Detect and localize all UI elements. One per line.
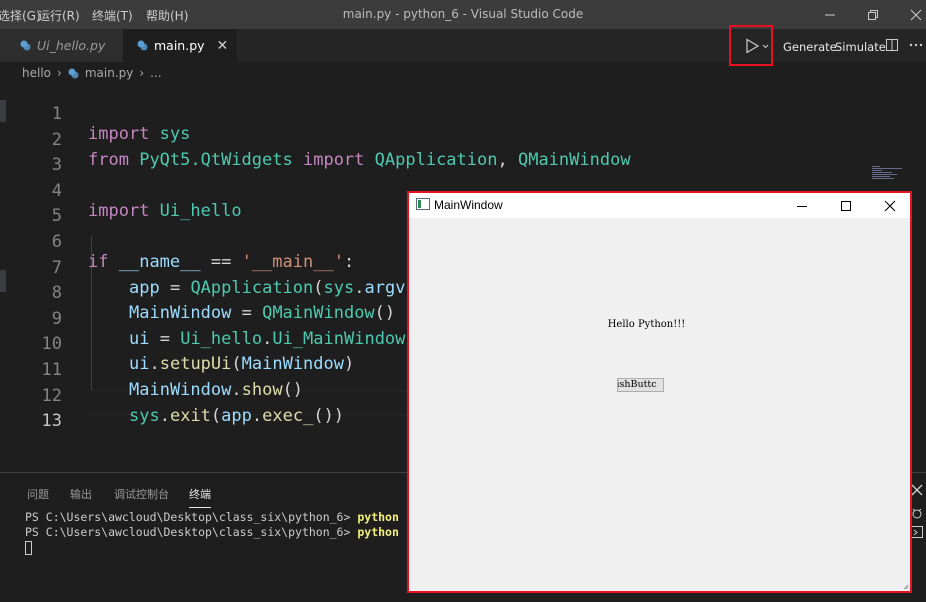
- chevron-right-icon: ›: [57, 66, 62, 80]
- minimize-icon: [797, 205, 807, 207]
- generate-button[interactable]: Generate: [783, 40, 837, 54]
- tab-label: main.py: [154, 38, 205, 53]
- tab-ui-hello[interactable]: Ui_hello.py: [0, 29, 123, 62]
- title-bar: 选择(G) 运行(R) 终端(T) 帮助(H) main.py - python…: [0, 0, 926, 29]
- qt-close-button[interactable]: [868, 193, 912, 218]
- panel-side-actions: [910, 483, 926, 539]
- maximize-icon: [841, 200, 851, 211]
- qt-main-window[interactable]: MainWindow Hello Python!!! ishButtc: [407, 191, 912, 593]
- terminal-icon[interactable]: [910, 525, 924, 539]
- python-file-icon: [137, 40, 148, 51]
- breadcrumb-folder[interactable]: hello: [22, 66, 51, 80]
- qt-maximize-button[interactable]: [824, 193, 868, 218]
- chevron-right-icon: ›: [139, 66, 145, 80]
- qt-window-title: MainWindow: [434, 198, 503, 212]
- code-line-4: 4 import Ui_hello: [51, 180, 242, 221]
- split-editor-icon[interactable]: [885, 38, 899, 52]
- debug-icon[interactable]: [910, 506, 924, 520]
- close-window-button[interactable]: [900, 0, 926, 29]
- resize-grip-icon[interactable]: [903, 584, 909, 590]
- python-file-icon: [68, 68, 79, 78]
- panel-tab-output[interactable]: 输出: [70, 486, 92, 502]
- push-button[interactable]: ishButtc: [617, 378, 664, 392]
- code-line-2: 2 from PyQt5.QtWidgets import QApplicati…: [51, 129, 631, 170]
- restore-button[interactable]: [857, 0, 889, 29]
- editor-tab-bar: Ui_hello.py main.py ✕ Generate Simulate: [0, 29, 926, 62]
- qt-title-bar[interactable]: MainWindow: [409, 193, 910, 218]
- panel-tab-debug-console[interactable]: 调试控制台: [114, 486, 169, 502]
- tab-label: Ui_hello.py: [37, 38, 106, 53]
- panel-tab-terminal[interactable]: 终端: [189, 486, 211, 508]
- breadcrumb-more[interactable]: ...: [150, 66, 161, 80]
- python-file-icon: [20, 40, 31, 51]
- restore-icon: [868, 9, 878, 20]
- terminal-line: PS C:\Users\awcloud\Desktop\class_six\py…: [25, 510, 399, 524]
- terminal-cursor: [25, 541, 32, 555]
- close-panel-icon[interactable]: [910, 483, 924, 497]
- more-actions-icon[interactable]: [908, 38, 924, 52]
- minimize-button[interactable]: [814, 0, 846, 29]
- code-line-1: 1 import sys: [51, 104, 191, 144]
- code-line-3: 3: [51, 155, 62, 176]
- tab-main[interactable]: main.py ✕: [123, 29, 237, 62]
- minimap[interactable]: [872, 166, 912, 186]
- close-icon: [910, 9, 922, 20]
- close-icon: [884, 200, 896, 211]
- qt-minimize-button[interactable]: [780, 193, 824, 218]
- terminal-line: PS C:\Users\awcloud\Desktop\class_six\py…: [25, 525, 399, 539]
- run-button-highlight: [729, 25, 773, 66]
- breadcrumb: hello › main.py › ...: [22, 66, 162, 80]
- hello-label: Hello Python!!!: [607, 319, 686, 330]
- window-title: main.py - python_6 - Visual Studio Code: [342, 7, 584, 21]
- qt-app-icon: [416, 198, 430, 210]
- simulate-button[interactable]: Simulate: [835, 40, 886, 54]
- minimize-icon: [825, 14, 835, 15]
- close-tab-icon[interactable]: ✕: [217, 38, 229, 54]
- panel-tab-problems[interactable]: 问题: [27, 486, 49, 502]
- breadcrumb-file[interactable]: main.py: [85, 66, 134, 80]
